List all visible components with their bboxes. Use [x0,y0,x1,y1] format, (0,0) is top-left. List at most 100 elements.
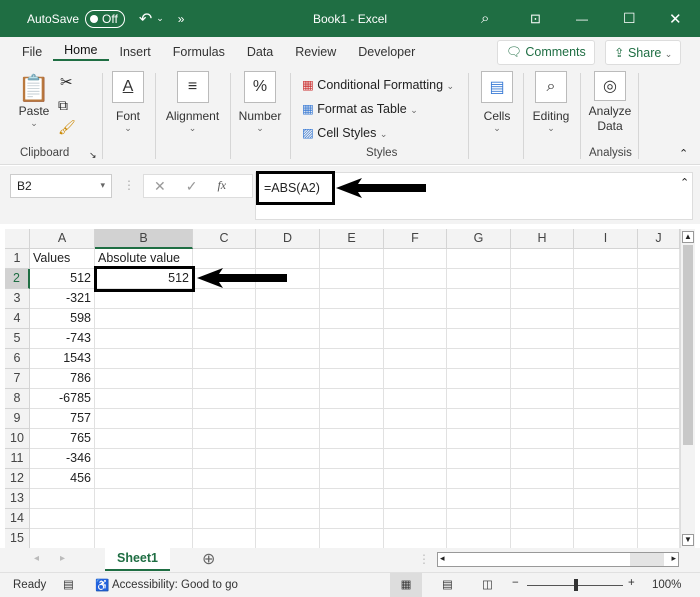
cell-h15[interactable] [511,529,574,549]
row-header-3[interactable]: 3 [5,289,30,309]
cell-d8[interactable] [256,389,320,409]
cell-e9[interactable] [320,409,384,429]
cell-h5[interactable] [511,329,574,349]
cell-d11[interactable] [256,449,320,469]
cell-g9[interactable] [447,409,511,429]
cell-j1[interactable] [638,249,680,269]
cell-d3[interactable] [256,289,320,309]
row-header-9[interactable]: 9 [5,409,30,429]
row-header-10[interactable]: 10 [5,429,30,449]
dialog-launcher-icon[interactable]: ↘ [89,150,97,161]
cell-i12[interactable] [574,469,638,489]
format-as-table-button[interactable]: ▦ Format as Table ⌄ [302,98,454,122]
cell-j13[interactable] [638,489,680,509]
cell-d10[interactable] [256,429,320,449]
ribbon-display-icon[interactable]: ⊡ [530,11,541,27]
tab-home[interactable]: Home [53,43,109,61]
cell-a11[interactable]: -346 [30,449,95,469]
tab-review[interactable]: Review [284,45,347,59]
row-header-7[interactable]: 7 [5,369,30,389]
cell-b7[interactable] [95,369,193,389]
tab-formulas[interactable]: Formulas [162,45,236,59]
undo-icon[interactable]: ↶ [139,9,152,29]
cell-g11[interactable] [447,449,511,469]
cell-e6[interactable] [320,349,384,369]
cell-h6[interactable] [511,349,574,369]
zoom-slider-thumb[interactable] [574,579,578,591]
cell-a14[interactable] [30,509,95,529]
page-layout-icon[interactable]: ▤ [442,577,453,591]
cell-g5[interactable] [447,329,511,349]
cell-e4[interactable] [320,309,384,329]
cell-j7[interactable] [638,369,680,389]
cell-e11[interactable] [320,449,384,469]
cell-a9[interactable]: 757 [30,409,95,429]
cell-d4[interactable] [256,309,320,329]
normal-view-icon[interactable]: ▦ [390,573,422,597]
cell-j4[interactable] [638,309,680,329]
cell-c12[interactable] [193,469,256,489]
cell-i11[interactable] [574,449,638,469]
cell-g6[interactable] [447,349,511,369]
row-header-2[interactable]: 2 [5,269,30,289]
conditional-formatting-button[interactable]: ▦ Conditional Formatting ⌄ [302,74,454,98]
cell-f4[interactable] [384,309,447,329]
search-icon[interactable]: ⌕ [481,10,489,27]
cell-d15[interactable] [256,529,320,549]
horizontal-scrollbar[interactable]: ◂ ▸ [437,552,679,567]
cell-j6[interactable] [638,349,680,369]
share-button[interactable]: ⇪ Share ⌄ [605,39,682,65]
cell-h8[interactable] [511,389,574,409]
cell-j15[interactable] [638,529,680,549]
cell-e3[interactable] [320,289,384,309]
cell-h4[interactable] [511,309,574,329]
cell-j11[interactable] [638,449,680,469]
vertical-scroll-thumb[interactable] [683,245,693,445]
cell-j9[interactable] [638,409,680,429]
cell-h12[interactable] [511,469,574,489]
cell-f3[interactable] [384,289,447,309]
cell-c13[interactable] [193,489,256,509]
number-button[interactable]: % Number ⌄ [236,67,284,165]
cell-f10[interactable] [384,429,447,449]
cell-i15[interactable] [574,529,638,549]
cell-f13[interactable] [384,489,447,509]
collapse-ribbon-icon[interactable]: ⌃ [679,147,688,160]
scroll-down-icon[interactable]: ▼ [682,534,694,546]
cell-c4[interactable] [193,309,256,329]
cell-j10[interactable] [638,429,680,449]
cell-d7[interactable] [256,369,320,389]
cell-f6[interactable] [384,349,447,369]
comments-button[interactable]: 🗨 Comments [497,39,595,65]
expand-formula-icon[interactable]: ⌃ [680,176,689,189]
cell-e7[interactable] [320,369,384,389]
cell-g13[interactable] [447,489,511,509]
cell-c11[interactable] [193,449,256,469]
row-header-12[interactable]: 12 [5,469,30,489]
cell-c5[interactable] [193,329,256,349]
cell-j5[interactable] [638,329,680,349]
tab-file[interactable]: File [11,45,53,59]
tab-data[interactable]: Data [236,45,284,59]
column-header-f[interactable]: F [384,229,447,249]
row-header-5[interactable]: 5 [5,329,30,349]
row-header-15[interactable]: 15 [5,529,30,549]
select-all-corner[interactable] [5,229,30,249]
cell-c7[interactable] [193,369,256,389]
cell-i1[interactable] [574,249,638,269]
minimize-icon[interactable]: — [576,12,588,26]
cell-d6[interactable] [256,349,320,369]
cell-b3[interactable] [95,289,193,309]
cell-f9[interactable] [384,409,447,429]
next-sheet-icon[interactable]: ▸ [60,553,65,564]
zoom-out-icon[interactable]: − [512,577,519,589]
cell-j14[interactable] [638,509,680,529]
cell-e8[interactable] [320,389,384,409]
cancel-icon[interactable]: ✕ [154,178,166,194]
cell-h11[interactable] [511,449,574,469]
cell-f2[interactable] [384,269,447,289]
sheet-tab-sheet1[interactable]: Sheet1 [105,548,170,571]
accessibility-icon[interactable]: ♿ [95,578,109,592]
cell-h9[interactable] [511,409,574,429]
cell-e12[interactable] [320,469,384,489]
